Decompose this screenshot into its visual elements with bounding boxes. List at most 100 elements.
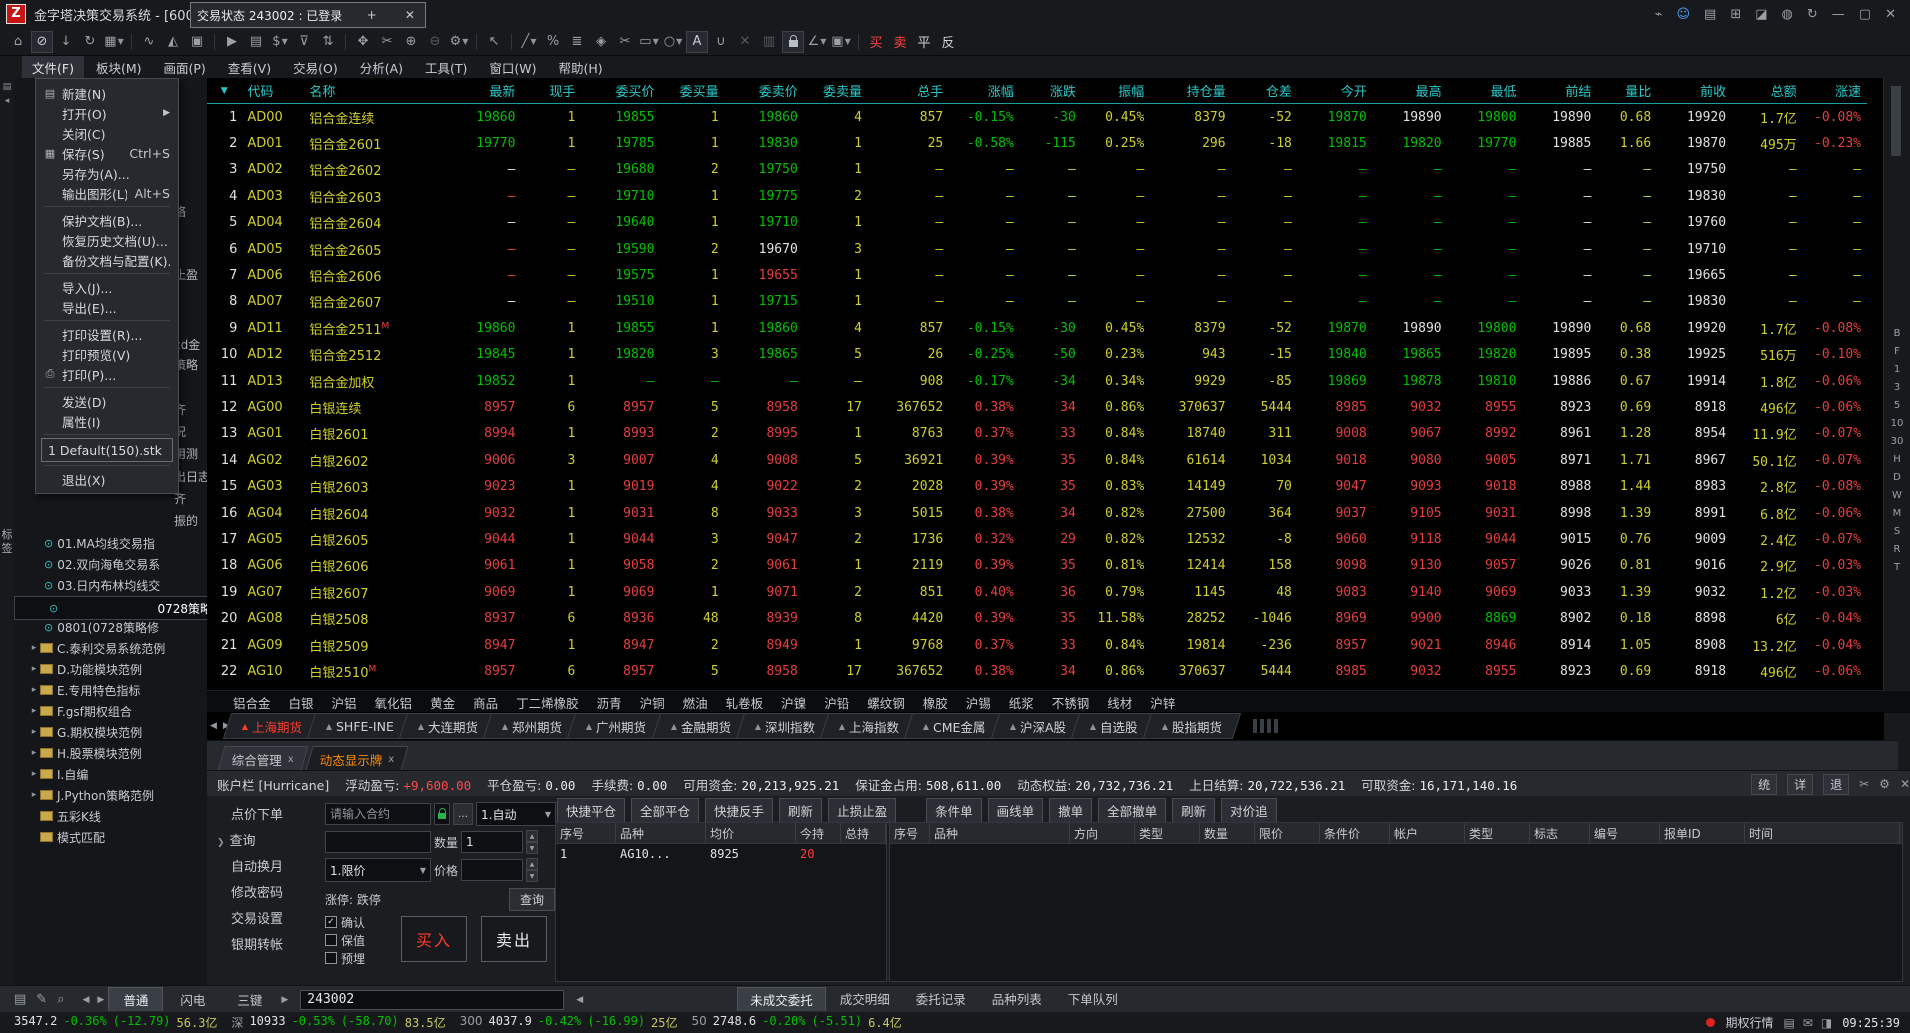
column-header[interactable]: 类型 — [1135, 823, 1200, 843]
sector-item[interactable]: 沪铜 — [640, 693, 665, 712]
menu-item[interactable]: ▦ 保存(S) Ctrl+S — [36, 143, 178, 163]
sector-item[interactable]: 不锈钢 — [1052, 693, 1090, 712]
close-icon[interactable]: ✕ — [1885, 7, 1896, 22]
period-W-button[interactable]: W — [1892, 490, 1902, 501]
panel-tab[interactable]: 综合管理 x — [217, 746, 309, 771]
column-header[interactable]: 振幅 — [1081, 78, 1151, 104]
scissors-icon[interactable]: ✂ — [1859, 777, 1869, 791]
table-row[interactable]: 14 AG02 白银2602 9006 3 9007 4 9008 5 36921 0.39% 35 0… — [207, 447, 1867, 473]
period-5-button[interactable]: 5 — [1894, 400, 1900, 411]
angle-button[interactable]: ∠ ▼ — [806, 31, 828, 53]
web-icon[interactable]: ◍ — [1782, 7, 1793, 22]
column-header[interactable]: 现手 — [521, 78, 582, 104]
action-button[interactable]: 刷新 — [779, 798, 823, 823]
menu-item[interactable]: 恢复历史文档(U)... — [36, 230, 178, 250]
column-header[interactable]: 委买量 — [660, 78, 725, 104]
column-header[interactable]: 品种 — [616, 823, 706, 843]
sector-item[interactable]: 线材 — [1107, 693, 1132, 712]
column-header[interactable]: 委卖量 — [803, 78, 868, 104]
ellipse-button[interactable]: ○ ▼ — [662, 31, 684, 53]
period-3-button[interactable]: 3 — [1894, 382, 1900, 393]
table-row[interactable]: 16 AG04 白银2604 9032 1 9031 8 9033 3 5015 0.38% 34 0.… — [207, 500, 1867, 526]
close-icon[interactable]: ✕ — [401, 8, 419, 22]
column-header[interactable]: 均价 — [706, 823, 796, 843]
maximize-icon[interactable]: ▢ — [1859, 7, 1871, 22]
column-header[interactable]: 时间 — [1745, 823, 1900, 843]
sector-item[interactable]: 纸浆 — [1009, 693, 1034, 712]
table-row[interactable]: 1 AG10... 8925 20 — [556, 844, 886, 864]
table-row[interactable]: 2 AD01 铝合金2601 19770 1 19785 1 19830 1 25 -0.58% -1… — [207, 130, 1867, 156]
table-row[interactable]: 15 AG03 白银2603 9023 1 9019 4 9022 2 2028 0.39% 35 0.… — [207, 473, 1867, 499]
fund-button[interactable]: $ ▼ — [269, 31, 291, 53]
menu-1[interactable]: 文件(F) — [22, 55, 84, 79]
action-button[interactable]: 全部平仓 — [631, 798, 700, 823]
column-header[interactable]: 代码 — [243, 78, 306, 104]
menu-5[interactable]: 交易(O) — [283, 56, 348, 79]
scissors-button[interactable]: ✂ — [614, 31, 636, 53]
column-header[interactable]: 委卖价 — [724, 78, 804, 104]
column-header[interactable]: 最新 — [438, 78, 522, 104]
period-M-button[interactable]: M — [1893, 508, 1902, 519]
menu-item[interactable]: 关闭(C) — [36, 123, 178, 143]
snapshot-button[interactable]: ▣ — [186, 31, 208, 53]
exchange-tab[interactable]: ▲ 金融期货 — [651, 713, 750, 739]
sector-item[interactable]: 商品 — [473, 693, 498, 712]
table-row[interactable]: 4 AD03 铝合金2603 — — 19710 1 19775 2 — — — — — — — — — — — 198… — [207, 183, 1867, 209]
menu-6[interactable]: 分析(A) — [350, 56, 413, 79]
code-back-arrow[interactable]: ◀ — [572, 995, 587, 1005]
order-view-tab[interactable]: 品种列表 — [980, 987, 1054, 1012]
menu-item[interactable]: 备份文档与配置(K)... — [36, 250, 178, 270]
filter-button[interactable]: ⊽ — [293, 31, 315, 53]
sector-item[interactable]: 沥青 — [597, 693, 622, 712]
search-icon[interactable]: ⌕ — [57, 992, 64, 1007]
sector-item[interactable]: 黄金 — [430, 693, 455, 712]
refresh-button[interactable]: ↻ — [79, 31, 101, 53]
menu-item[interactable]: 保护文档(B)... — [36, 210, 178, 230]
column-header[interactable]: 涨速 — [1802, 78, 1867, 104]
menu-item[interactable]: 打印设置(R)... — [36, 324, 178, 344]
action-button[interactable]: 对价追 — [1221, 798, 1277, 823]
price-stepper[interactable]: ▲ ▼ — [526, 858, 539, 882]
action-button[interactable]: 刷新 — [1172, 798, 1216, 823]
menu-item-recent-file[interactable]: 1 Default(150).stk — [41, 438, 173, 462]
sector-item[interactable]: 白银 — [289, 693, 314, 712]
menu-item[interactable]: 属性(I) — [36, 411, 178, 431]
column-header[interactable]: 序号 — [890, 823, 930, 843]
exchange-tab[interactable]: ▲ 大连期货 — [398, 713, 498, 739]
period-F-button[interactable]: F — [1894, 346, 1900, 357]
period-30-button[interactable]: 30 — [1891, 436, 1904, 447]
period-B-button[interactable]: B — [1894, 328, 1901, 339]
buy-shortcut-button[interactable]: 买 — [865, 31, 887, 53]
sector-item[interactable]: 轧卷板 — [726, 693, 764, 712]
column-header[interactable]: 前收 — [1657, 78, 1733, 104]
sync-icon[interactable]: ↻ — [1807, 7, 1818, 22]
list-icon[interactable]: ▤ — [14, 992, 26, 1007]
action-button[interactable]: 快捷平仓 — [557, 798, 626, 823]
sector-item[interactable]: 沪铝 — [332, 693, 357, 712]
action-button[interactable]: 条件单 — [926, 798, 982, 823]
quote-feed-icon[interactable]: ⌁ — [1655, 7, 1663, 22]
column-header[interactable]: 今持 — [796, 823, 841, 843]
market-icon[interactable]: ⊞ — [1730, 7, 1741, 22]
menu-item[interactable]: 另存为(A)... — [36, 163, 178, 183]
export-button[interactable]: ↓ — [55, 31, 77, 53]
tree-item[interactable]: 五彩K线 — [14, 806, 207, 826]
mode-tab[interactable]: 三键 — [222, 987, 277, 1012]
trade-menu-item[interactable]: 自动换月 — [231, 856, 283, 875]
tab-more-arrow[interactable]: ▶ — [277, 995, 292, 1005]
sell-button[interactable]: 卖出 — [481, 916, 547, 962]
trade-menu-item[interactable]: 点价下单 — [231, 804, 283, 823]
menu-item[interactable]: 导入(J)... — [36, 277, 178, 297]
table-row[interactable]: 19 AG07 白银2607 9069 1 9069 1 9071 2 851 0.40% 36 0.7… — [207, 579, 1867, 605]
query-button[interactable]: 查询 — [508, 888, 555, 911]
reverse-shortcut-button[interactable]: 反 — [937, 31, 959, 53]
account-详-button[interactable]: 详 — [1787, 773, 1814, 795]
mode-tab-active[interactable]: 普通 — [108, 987, 164, 1012]
table-row[interactable]: 13 AG01 白银2601 8994 1 8993 2 8995 1 8763 0.37% 33 0.… — [207, 421, 1867, 447]
order-view-tab[interactable]: 下单队列 — [1056, 987, 1130, 1012]
move-button[interactable]: ✥ — [352, 31, 374, 53]
cut-button[interactable]: ✂ — [376, 31, 398, 53]
column-header[interactable]: 前结 — [1522, 78, 1598, 104]
report-button[interactable]: ▤ — [245, 31, 267, 53]
table-row[interactable]: 6 AD05 铝合金2605 — — 19590 2 19670 3 — — — — — — — — — — — 197… — [207, 236, 1867, 262]
